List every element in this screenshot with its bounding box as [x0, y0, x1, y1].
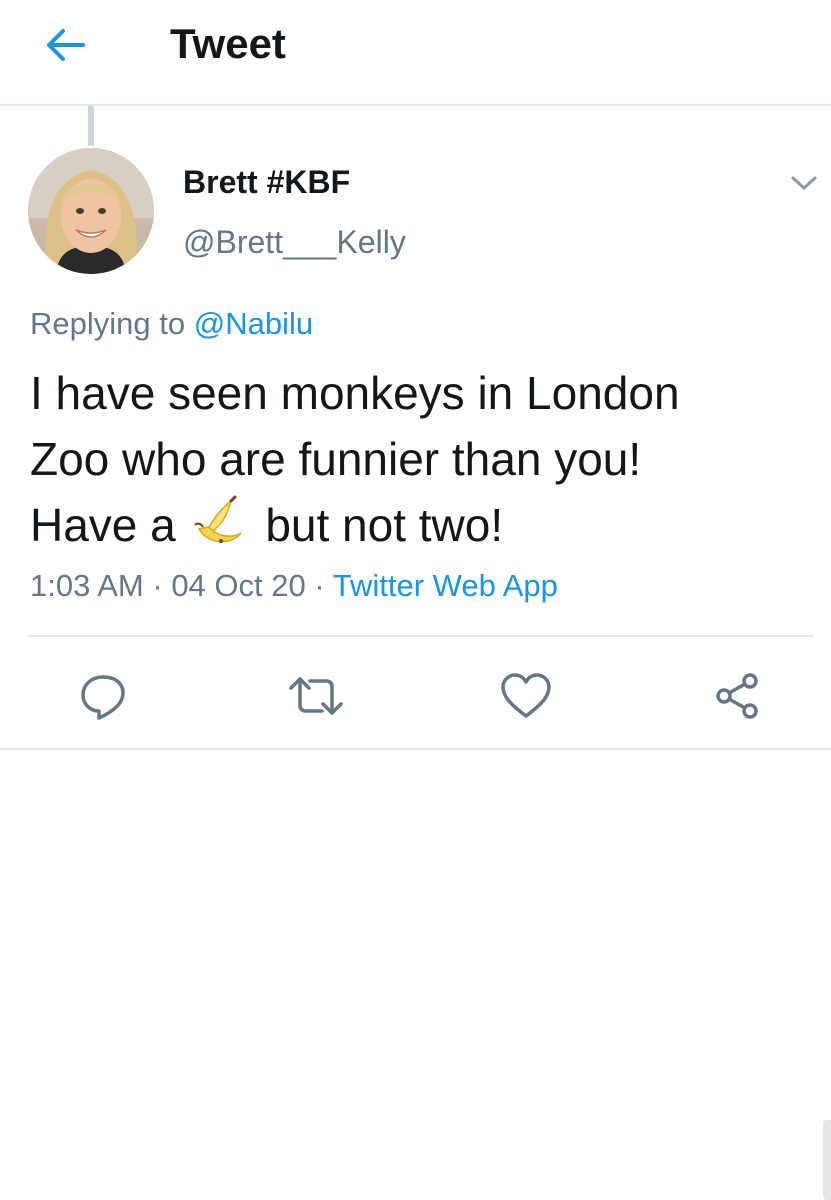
replying-to: Replying to @Nabilu	[30, 304, 313, 344]
share-button[interactable]	[709, 668, 765, 724]
divider	[28, 635, 814, 637]
replying-to-label: Replying to	[30, 306, 186, 341]
tweet-text-line: Have a	[30, 499, 176, 551]
divider	[0, 748, 831, 750]
like-button[interactable]	[498, 668, 554, 724]
heart-icon	[501, 673, 551, 718]
reply-button[interactable]	[75, 668, 131, 724]
separator-dot: ·	[305, 568, 333, 603]
thread-connector-line	[88, 106, 94, 146]
tweet-text-line: Zoo who are funnier than you!	[30, 433, 642, 485]
reply-icon	[81, 675, 125, 720]
retweet-button[interactable]	[288, 668, 344, 724]
retweet-icon	[289, 677, 343, 715]
tweet-date[interactable]: 04 Oct 20	[171, 568, 305, 603]
top-bar: Tweet	[0, 0, 831, 106]
tweet-text-line: but not two!	[265, 499, 504, 551]
avatar[interactable]	[28, 148, 154, 274]
share-icon	[716, 673, 758, 719]
scrollbar-thumb[interactable]	[823, 1120, 831, 1200]
tweet-metadata: 1:03 AM · 04 Oct 20 · Twitter Web App	[30, 566, 558, 606]
banana-emoji	[193, 495, 242, 543]
replying-to-mention[interactable]: @Nabilu	[194, 306, 313, 341]
tweet-text-line: I have seen monkeys in London	[30, 367, 680, 419]
author-display-name[interactable]: Brett #KBF	[183, 162, 350, 202]
tweet-options-button[interactable]	[784, 166, 824, 200]
arrow-left-icon	[47, 29, 85, 61]
author-handle[interactable]: @Brett___Kelly	[183, 222, 406, 262]
avatar-photo	[28, 148, 154, 274]
tweet-source[interactable]: Twitter Web App	[333, 568, 558, 603]
separator-dot: ·	[143, 568, 172, 603]
tweet-time[interactable]: 1:03 AM	[30, 568, 144, 603]
tweet-text: I have seen monkeys in London Zoo who ar…	[30, 360, 800, 558]
chevron-down-icon	[791, 176, 817, 190]
page-title: Tweet	[170, 20, 286, 67]
back-button[interactable]	[40, 20, 90, 70]
